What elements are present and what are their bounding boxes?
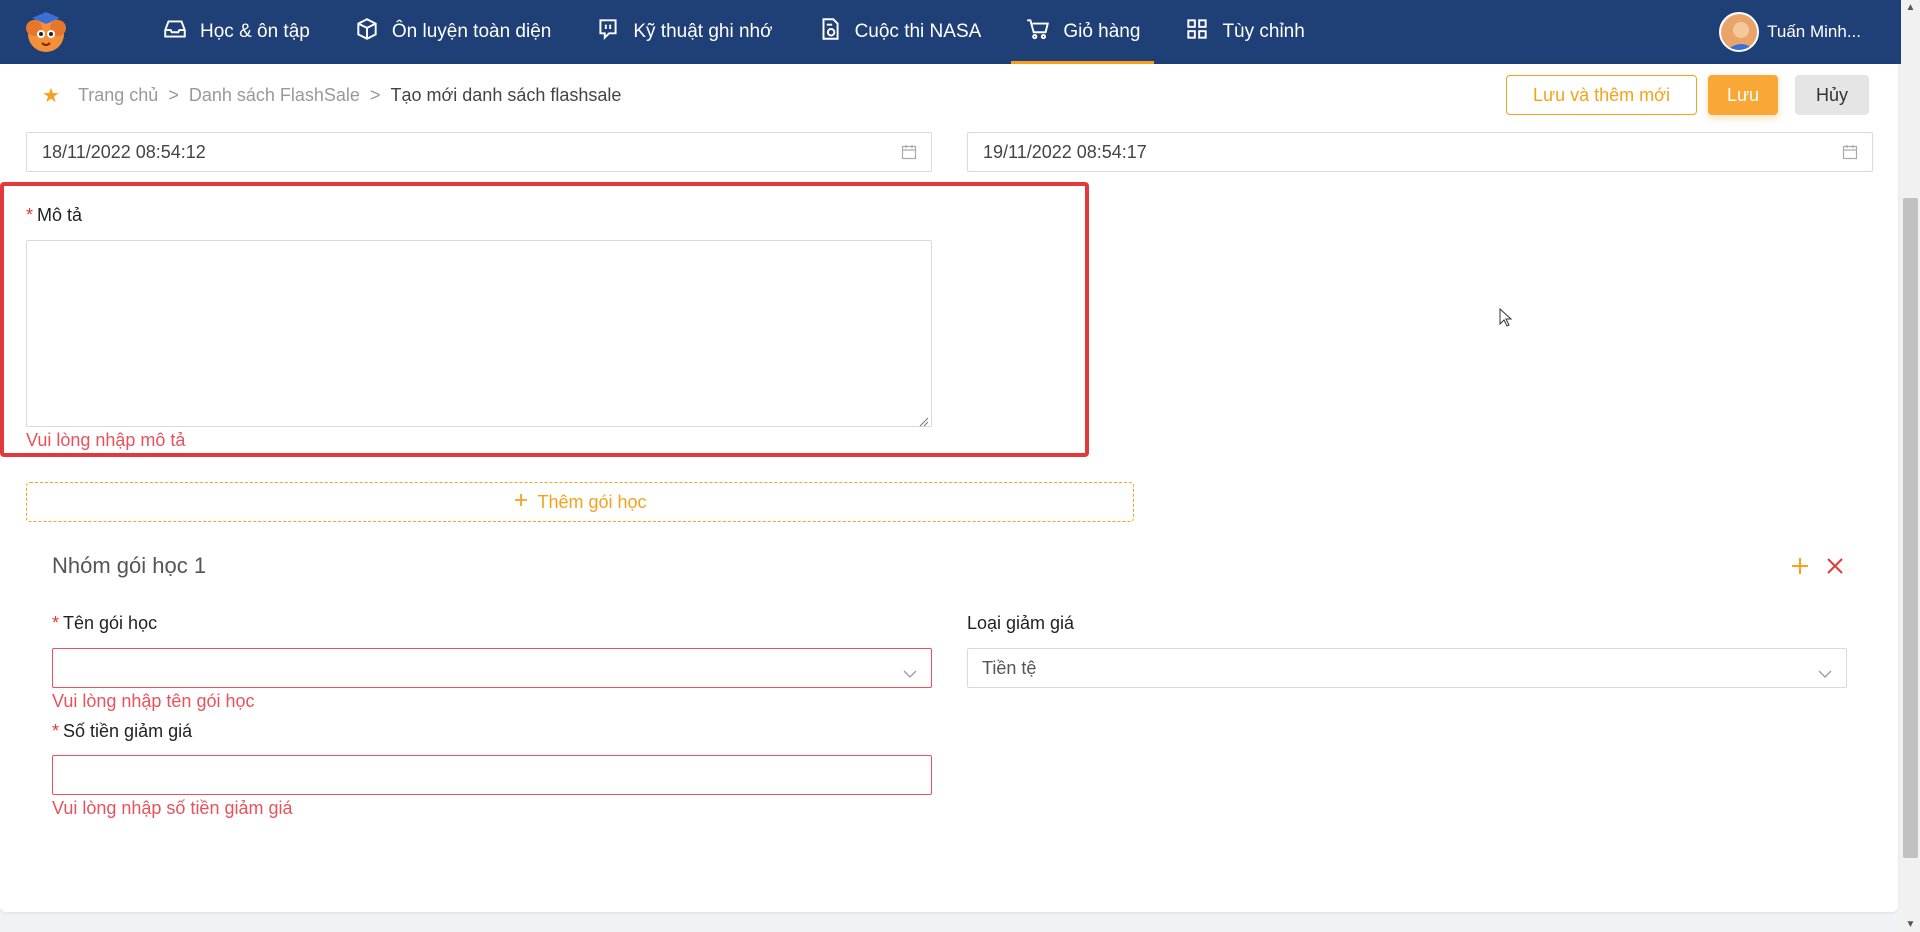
scroll-down-icon[interactable]: ▼ <box>1903 917 1918 932</box>
discount-amount-label: * Số tiền giảm giá <box>52 721 192 742</box>
chevron-down-icon <box>1818 663 1832 678</box>
save-button[interactable]: Lưu <box>1708 75 1778 115</box>
breadcrumb-separator: > <box>168 85 179 105</box>
cancel-button[interactable]: Hủy <box>1795 75 1869 115</box>
nav-item-label: Ôn luyện toàn diện <box>391 21 552 42</box>
package-name-error: Vui lòng nhập tên gói học <box>52 691 255 711</box>
calendar-icon <box>1842 144 1858 160</box>
resize-handle-icon[interactable] <box>919 414 929 427</box>
nav-item-label: Học & ôn tập <box>200 21 310 42</box>
scrollbar-thumb[interactable] <box>1903 198 1918 858</box>
add-package-button[interactable]: Thêm gói học <box>26 482 1134 522</box>
nav-item-label: Tùy chỉnh <box>1222 21 1305 42</box>
breadcrumb-current: Tạo mới danh sách flashsale <box>390 85 622 105</box>
start-date-picker[interactable]: 18/11/2022 08:54:12 <box>26 132 932 172</box>
discount-amount-input[interactable] <box>52 755 932 795</box>
discount-type-value: Tiền tệ <box>982 657 1037 678</box>
nav-item-label: Kỹ thuật ghi nhớ <box>633 21 773 42</box>
add-group-icon[interactable] <box>1789 555 1811 577</box>
start-date-value: 18/11/2022 08:54:12 <box>42 141 206 162</box>
save-and-new-button[interactable]: Lưu và thêm mới <box>1506 75 1697 115</box>
app-logo[interactable] <box>22 8 86 72</box>
document-clock-icon <box>817 16 843 48</box>
star-icon: ★ <box>42 85 60 107</box>
end-date-value: 19/11/2022 08:54:17 <box>983 141 1147 162</box>
description-label-text: Mô tả <box>37 205 83 225</box>
chevron-down-icon <box>903 663 917 678</box>
main-menu: Học & ôn tập Ôn luyện toàn diện Kỹ thuật… <box>140 0 1327 64</box>
breadcrumb-separator: > <box>369 85 381 105</box>
breadcrumb: ★ Trang chủ > Danh sách FlashSale > Tạo … <box>42 83 621 108</box>
inbox-icon <box>162 16 188 48</box>
breadcrumb-home[interactable]: Trang chủ <box>78 85 158 106</box>
nav-item-gio-hang[interactable]: Giỏ hàng <box>1003 0 1162 64</box>
user-menu[interactable]: Tuấn Minh... <box>1719 10 1861 54</box>
avatar <box>1719 12 1760 52</box>
plus-icon <box>513 492 529 513</box>
required-mark: * <box>52 721 60 741</box>
cart-icon <box>1025 16 1051 48</box>
nav-item-hoc-on-tap[interactable]: Học & ôn tập <box>140 0 332 64</box>
user-name: Tuấn Minh... <box>1767 22 1861 41</box>
discount-type-select[interactable]: Tiền tệ <box>967 648 1847 688</box>
package-name-select[interactable] <box>52 648 932 688</box>
group-title: Nhóm gói học 1 <box>52 553 207 578</box>
description-error: Vui lòng nhập mô tả <box>26 430 186 450</box>
breadcrumb-flashsale-list[interactable]: Danh sách FlashSale <box>189 85 360 106</box>
required-mark: * <box>26 205 34 225</box>
nav-item-ky-thuat[interactable]: Kỹ thuật ghi nhớ <box>573 0 794 64</box>
package-name-label: * Tên gói học <box>52 613 157 634</box>
required-mark: * <box>52 613 60 633</box>
calendar-icon <box>901 144 917 160</box>
end-date-picker[interactable]: 19/11/2022 08:54:17 <box>967 132 1873 172</box>
nav-item-label: Giỏ hàng <box>1063 21 1141 42</box>
discount-amount-label-text: Số tiền giảm giá <box>63 721 193 741</box>
close-icon[interactable] <box>1824 555 1846 577</box>
nav-item-on-luyen[interactable]: Ôn luyện toàn diện <box>332 0 574 64</box>
nav-item-label: Cuộc thi NASA <box>854 21 982 42</box>
description-label: * Mô tả <box>26 205 82 226</box>
scroll-up-icon[interactable]: ▲ <box>1903 0 1918 15</box>
top-navbar: Học & ôn tập Ôn luyện toàn diện Kỹ thuật… <box>0 0 1901 64</box>
nav-item-tuy-chinh[interactable]: Tùy chỉnh <box>1162 0 1326 64</box>
box-icon <box>354 16 380 48</box>
discount-amount-error: Vui lòng nhập số tiền giảm giá <box>52 798 293 818</box>
description-textarea[interactable] <box>26 240 932 427</box>
discount-type-label: Loại giảm giá <box>967 613 1075 633</box>
nav-item-cuoc-thi[interactable]: Cuộc thi NASA <box>795 0 1004 64</box>
mouse-cursor-icon <box>1499 307 1513 328</box>
add-package-label: Thêm gói học <box>537 491 647 512</box>
chat-bubble-icon <box>595 16 621 48</box>
grid-icon <box>1184 16 1210 48</box>
package-name-label-text: Tên gói học <box>63 613 158 633</box>
